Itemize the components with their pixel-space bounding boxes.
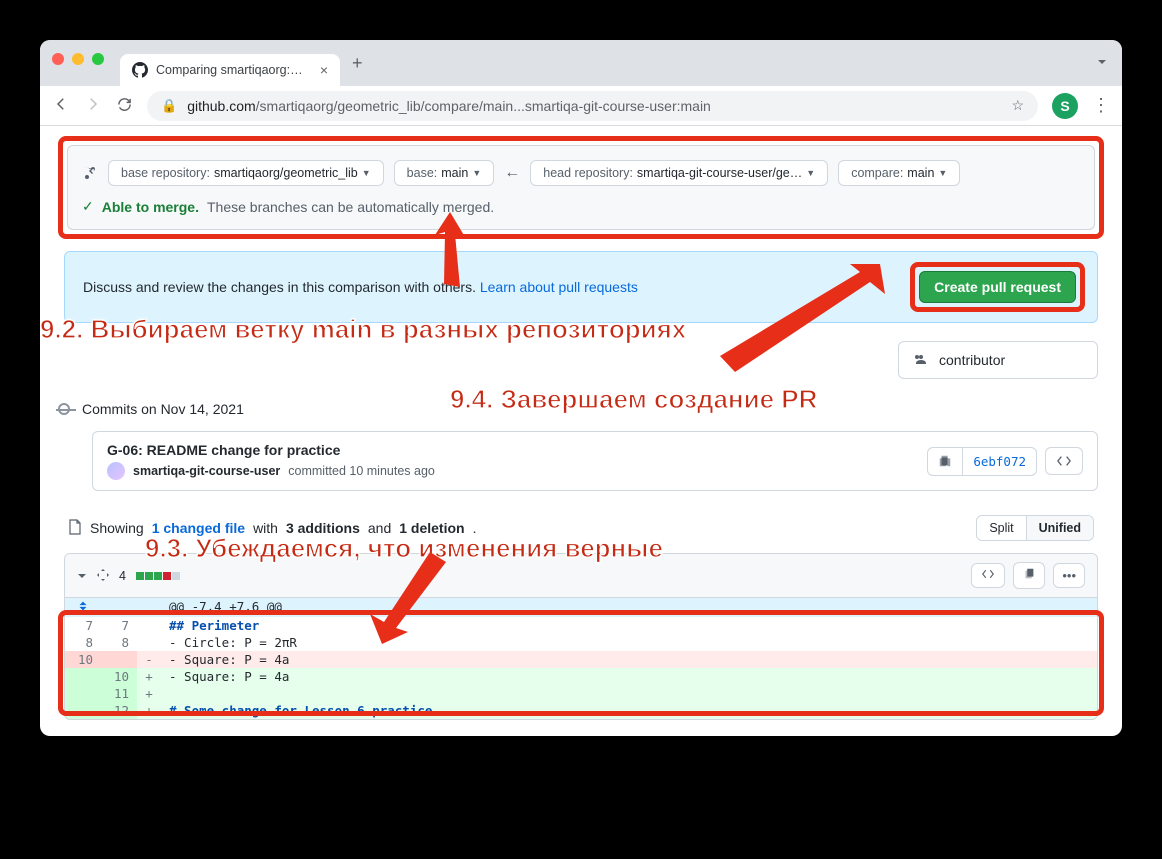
bookmark-button[interactable]: ☆ [1011,97,1024,114]
compare-widget: base repository: smartiqaorg/geometric_l… [67,145,1095,230]
merge-able-label: Able to merge. [102,199,199,215]
commits-date-label: Commits on Nov 14, 2021 [82,401,244,417]
review-text: Discuss and review the changes in this c… [83,279,638,295]
changed-files-link[interactable]: 1 changed file [152,520,245,536]
diff-view-toggle[interactable]: Split Unified [976,515,1094,541]
window-controls [52,53,104,65]
browser-tab[interactable]: Comparing smartiqaorg:main... × [120,54,340,86]
commit-title[interactable]: G-06: README change for practice [107,442,435,458]
tabs-overflow-button[interactable] [1094,54,1110,73]
close-tab-button[interactable]: × [320,62,328,78]
stats-row: contributor [64,341,1098,379]
merge-status: ✓ Able to merge. These branches can be a… [82,198,1080,215]
diff-stat-label: 4 [119,569,126,583]
diff-stat-bars [136,572,180,580]
highlight-92: base repository: smartiqaorg/geometric_l… [58,136,1104,239]
tab-title: Comparing smartiqaorg:main... [156,63,306,77]
contributor-label: contributor [939,352,1005,368]
address-bar: 🔒 github.com/smartiqaorg/geometric_lib/c… [40,86,1122,126]
copy-button[interactable] [1013,562,1045,589]
check-icon: ✓ [82,198,94,215]
forward-button[interactable] [84,95,102,116]
contributor-pill[interactable]: contributor [898,341,1098,379]
file-icon [68,519,82,538]
file-menu-button[interactable]: ••• [1053,563,1085,588]
lock-icon: 🔒 [161,98,177,114]
highlight-94: Create pull request [910,262,1085,312]
review-callout: Discuss and review the changes in this c… [64,251,1098,323]
head-repo-selector[interactable]: head repository: smartiqa-git-course-use… [530,160,828,186]
diff-card: 4 ••• @@ -7,4 +7,6 @@77## Perimeter88- C… [64,553,1098,720]
commit-node-icon [58,403,70,415]
compare-branch-selector[interactable]: compare: main▼ [838,160,960,186]
commit-card: G-06: README change for practice smartiq… [92,431,1098,491]
url-text: github.com/smartiqaorg/geometric_lib/com… [187,98,1001,114]
base-repo-selector[interactable]: base repository: smartiqaorg/geometric_l… [108,160,384,186]
compare-icon [82,164,98,183]
copy-sha-button[interactable] [928,448,963,475]
url-input[interactable]: 🔒 github.com/smartiqaorg/geometric_lib/c… [147,91,1038,121]
additions-count: 3 additions [286,520,360,536]
reload-button[interactable] [116,96,133,116]
page-content: base repository: smartiqaorg/geometric_l… [40,126,1122,736]
deletions-count: 1 deletion [399,520,464,536]
browse-code-button[interactable] [1046,448,1082,474]
split-view-button[interactable]: Split [977,516,1026,540]
diff-header: 4 ••• [65,554,1097,598]
commit-time: committed 10 minutes ago [288,464,435,478]
browser-menu-button[interactable]: ⋮ [1092,95,1110,116]
browser-window: Comparing smartiqaorg:main... × + 🔒 gith… [40,40,1122,736]
person-icon [913,352,929,368]
drag-icon [97,568,109,584]
github-icon [132,62,148,78]
new-tab-button[interactable]: + [340,45,375,82]
commit-sha-link[interactable]: 6ebf072 [963,448,1036,475]
minimize-window-button[interactable] [72,53,84,65]
commit-sha-group: 6ebf072 [927,447,1037,476]
profile-avatar[interactable]: S [1052,93,1078,119]
collapse-file-button[interactable] [77,568,87,584]
view-source-button[interactable] [971,563,1005,588]
commit-author-avatar[interactable] [107,462,125,480]
close-window-button[interactable] [52,53,64,65]
merge-detail-label: These branches can be automatically merg… [207,199,494,215]
commit-author[interactable]: smartiqa-git-course-user [133,464,280,478]
unified-view-button[interactable]: Unified [1027,516,1093,540]
learn-pr-link[interactable]: Learn about pull requests [480,279,638,295]
maximize-window-button[interactable] [92,53,104,65]
files-summary: Showing 1 changed file with 3 additions … [64,515,1098,541]
base-branch-selector[interactable]: base: main▼ [394,160,495,186]
arrow-left-icon: ← [504,164,520,182]
back-button[interactable] [52,95,70,116]
titlebar: Comparing smartiqaorg:main... × + [40,40,1122,86]
diff-body: @@ -7,4 +7,6 @@77## Perimeter88- Circle:… [65,598,1097,719]
create-pull-request-button[interactable]: Create pull request [919,271,1076,303]
timeline: Commits on Nov 14, 2021 G-06: README cha… [64,401,1098,491]
